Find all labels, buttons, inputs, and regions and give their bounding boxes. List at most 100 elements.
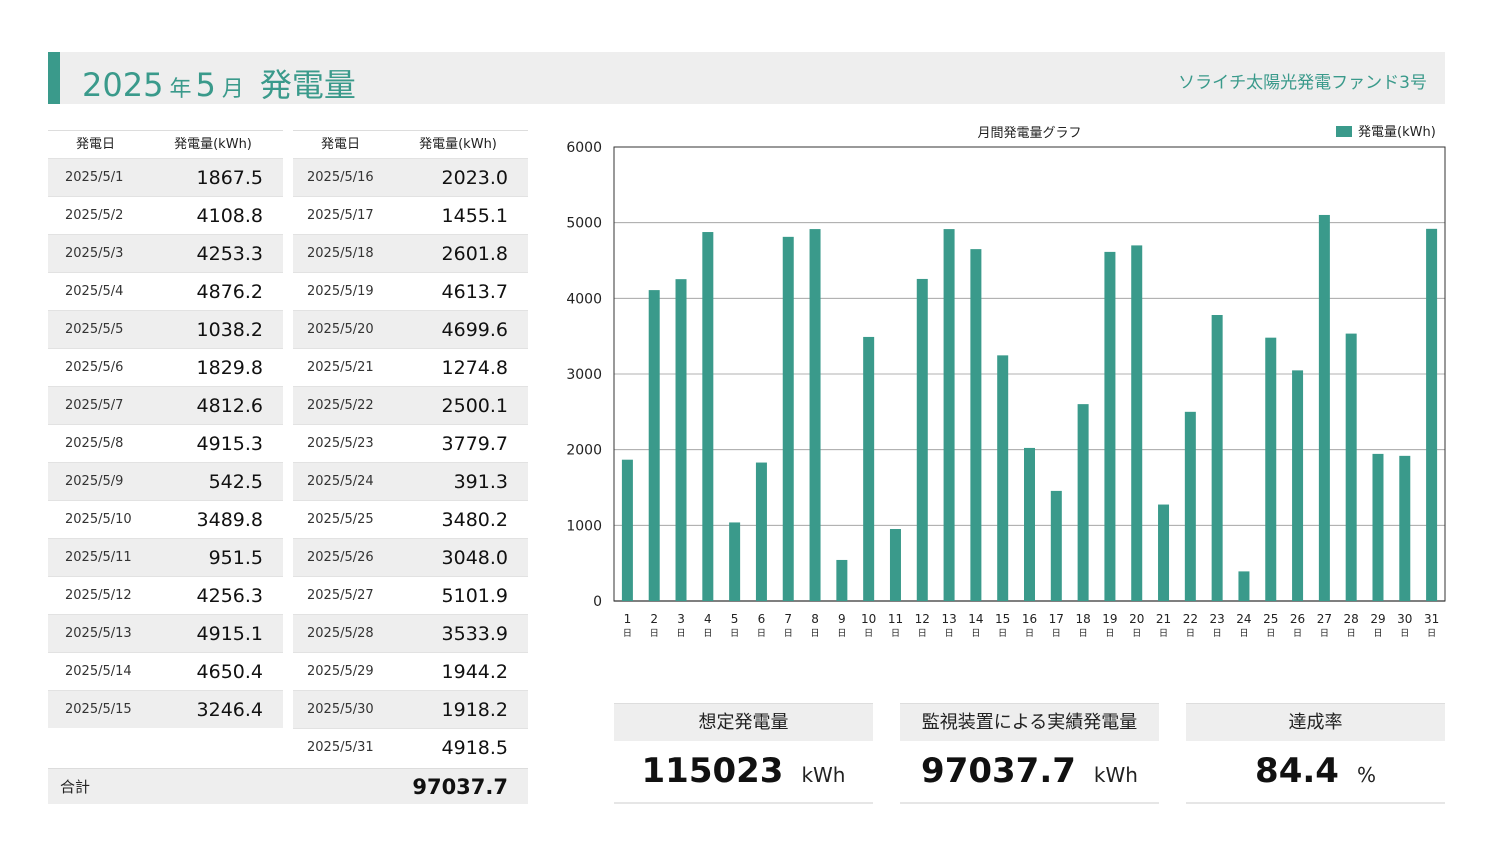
header-accent-bar bbox=[48, 52, 60, 104]
x-tick-label: 6 bbox=[758, 612, 766, 626]
bar bbox=[621, 459, 633, 601]
bar bbox=[1158, 504, 1170, 601]
x-tick-label: 16 bbox=[1022, 612, 1037, 626]
bar bbox=[1345, 333, 1357, 601]
table-row: 2025/5/22 2500.1 bbox=[293, 386, 528, 424]
table-row: 2025/5/10 3489.8 bbox=[48, 500, 283, 538]
x-tick-label: 28 bbox=[1344, 612, 1359, 626]
report-header: 2025 年 5 月 発電量 ソライチ太陽光発電ファンド3号 bbox=[48, 52, 1445, 104]
row-date: 2025/5/2 bbox=[65, 208, 124, 223]
x-tick-label: 20 bbox=[1129, 612, 1144, 626]
x-tick-suffix: 日 bbox=[1025, 628, 1034, 639]
x-tick-label: 22 bbox=[1183, 612, 1198, 626]
card-unit: kWh bbox=[1093, 763, 1138, 787]
x-tick-label: 19 bbox=[1102, 612, 1117, 626]
row-value: 1867.5 bbox=[196, 166, 263, 189]
x-tick-suffix: 日 bbox=[971, 628, 980, 639]
table-row: 2025/5/30 1918.2 bbox=[293, 690, 528, 728]
row-value: 1829.8 bbox=[196, 356, 263, 379]
row-date: 2025/5/25 bbox=[307, 512, 374, 527]
bar bbox=[1024, 447, 1035, 601]
row-value: 4256.3 bbox=[196, 584, 263, 607]
table-row: 2025/5/21 1274.8 bbox=[293, 348, 528, 386]
row-value: 4876.2 bbox=[196, 280, 263, 303]
card-label: 監視装置による実績発電量 bbox=[900, 703, 1159, 741]
expected-generation-card: 想定発電量 115023 kWh bbox=[614, 703, 873, 804]
x-tick-label: 1 bbox=[624, 612, 632, 626]
row-value: 3048.0 bbox=[441, 546, 508, 569]
card-value: 97037.7 kWh bbox=[900, 741, 1159, 804]
x-tick-suffix: 日 bbox=[757, 628, 766, 639]
x-tick-suffix: 日 bbox=[1079, 628, 1088, 639]
bar bbox=[1184, 411, 1196, 601]
card-value: 84.4 % bbox=[1186, 741, 1445, 804]
x-tick-label: 4 bbox=[704, 612, 712, 626]
x-tick-suffix: 日 bbox=[784, 628, 793, 639]
row-value: 3480.2 bbox=[441, 508, 508, 531]
x-tick-suffix: 日 bbox=[1186, 628, 1195, 639]
title-month: 5 bbox=[195, 66, 216, 104]
row-date: 2025/5/3 bbox=[65, 246, 124, 261]
x-tick-suffix: 日 bbox=[1320, 628, 1329, 639]
page-title: 2025 年 5 月 発電量 bbox=[82, 60, 356, 106]
x-tick-suffix: 日 bbox=[1373, 628, 1382, 639]
table-row: 2025/5/28 3533.9 bbox=[293, 614, 528, 652]
card-unit: kWh bbox=[801, 763, 846, 787]
table-row: 2025/5/8 4915.3 bbox=[48, 424, 283, 462]
x-tick-suffix: 日 bbox=[891, 628, 900, 639]
col-value-header: 発電量(kWh) bbox=[419, 137, 497, 152]
bar bbox=[1077, 404, 1089, 601]
x-tick-label: 7 bbox=[784, 612, 792, 626]
row-value: 1455.1 bbox=[441, 204, 508, 227]
row-value: 5101.9 bbox=[441, 584, 508, 607]
row-value: 1038.2 bbox=[196, 318, 263, 341]
x-tick-label: 31 bbox=[1424, 612, 1439, 626]
table-row: 2025/5/2 4108.8 bbox=[48, 196, 283, 234]
row-value: 4915.1 bbox=[196, 622, 263, 645]
row-date: 2025/5/23 bbox=[307, 436, 374, 451]
x-tick-label: 10 bbox=[861, 612, 876, 626]
x-tick-label: 11 bbox=[888, 612, 903, 626]
bar bbox=[863, 336, 875, 601]
x-tick-suffix: 日 bbox=[623, 628, 632, 639]
table-header: 発電日 発電量(kWh) bbox=[48, 130, 283, 158]
x-tick-suffix: 日 bbox=[837, 628, 846, 639]
row-value: 1274.8 bbox=[441, 356, 508, 379]
y-tick-label: 5000 bbox=[566, 216, 602, 232]
table-row: 2025/5/25 3480.2 bbox=[293, 500, 528, 538]
bar bbox=[1131, 245, 1143, 601]
card-unit: % bbox=[1356, 763, 1376, 787]
table-row: 2025/5/29 1944.2 bbox=[293, 652, 528, 690]
x-tick-label: 25 bbox=[1263, 612, 1278, 626]
row-date: 2025/5/19 bbox=[307, 284, 374, 299]
row-date: 2025/5/17 bbox=[307, 208, 374, 223]
card-number: 84.4 bbox=[1255, 751, 1339, 791]
table-row: 2025/5/9 542.5 bbox=[48, 462, 283, 500]
bar bbox=[997, 355, 1009, 601]
legend-label: 発電量(kWh) bbox=[1358, 125, 1436, 140]
daily-table-right: 発電日 発電量(kWh) 2025/5/16 2023.0 2025/5/17 145… bbox=[293, 130, 528, 766]
table-row: 2025/5/23 3779.7 bbox=[293, 424, 528, 462]
x-tick-label: 21 bbox=[1156, 612, 1171, 626]
total-label: 合計 bbox=[60, 778, 91, 796]
row-value: 4613.7 bbox=[441, 280, 508, 303]
row-value: 1918.2 bbox=[441, 698, 508, 721]
x-tick-suffix: 日 bbox=[998, 628, 1007, 639]
row-value: 4915.3 bbox=[196, 432, 263, 455]
row-date: 2025/5/9 bbox=[65, 474, 124, 489]
bar bbox=[836, 559, 848, 601]
card-number: 97037.7 bbox=[921, 751, 1076, 791]
total-row: 合計 97037.7 bbox=[48, 768, 528, 804]
row-date: 2025/5/4 bbox=[65, 284, 124, 299]
y-tick-label: 1000 bbox=[566, 518, 602, 534]
x-tick-label: 15 bbox=[995, 612, 1010, 626]
bar bbox=[1399, 455, 1411, 601]
row-date: 2025/5/29 bbox=[307, 664, 374, 679]
bar bbox=[702, 232, 714, 601]
x-tick-label: 26 bbox=[1290, 612, 1305, 626]
x-tick-label: 29 bbox=[1370, 612, 1385, 626]
row-date: 2025/5/13 bbox=[65, 626, 132, 641]
x-tick-label: 2 bbox=[650, 612, 658, 626]
x-tick-label: 27 bbox=[1317, 612, 1332, 626]
legend-swatch bbox=[1336, 126, 1352, 137]
